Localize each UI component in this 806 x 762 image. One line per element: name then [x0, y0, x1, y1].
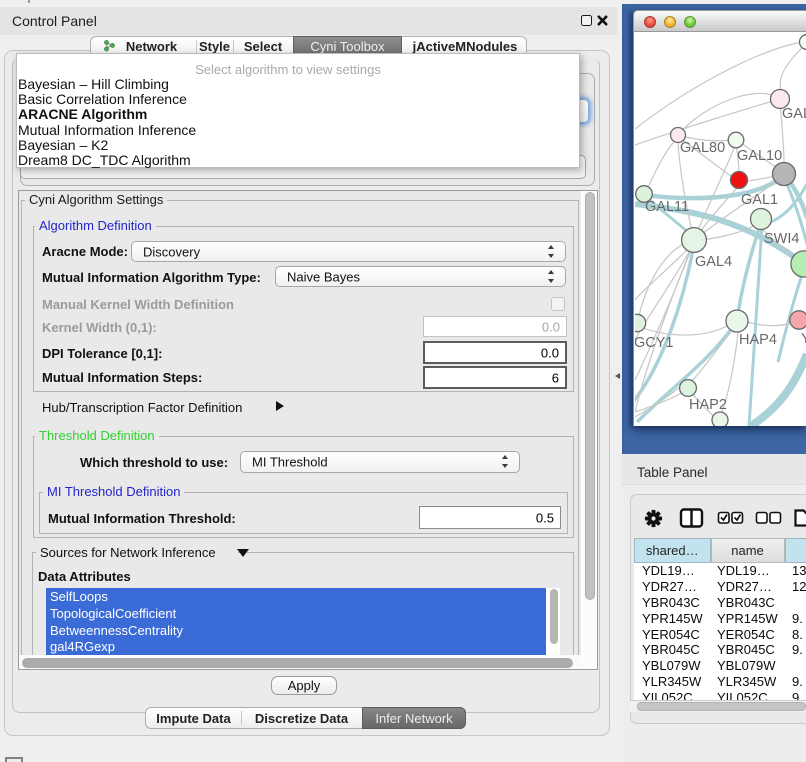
svg-text:SWI4: SWI4 — [764, 231, 799, 247]
svg-text:GAL10: GAL10 — [737, 148, 782, 164]
svg-text:GAL1: GAL1 — [741, 192, 778, 208]
svg-text:HAP4: HAP4 — [739, 332, 777, 348]
svg-text:GAL: GAL — [782, 106, 806, 122]
svg-text:GAL80: GAL80 — [680, 140, 725, 156]
svg-text:Y: Y — [801, 331, 806, 347]
svg-text:GAL11: GAL11 — [645, 199, 689, 215]
svg-text:GAL4: GAL4 — [695, 254, 732, 270]
svg-text:GCY1: GCY1 — [635, 335, 674, 351]
svg-text:HAP2: HAP2 — [689, 397, 727, 413]
